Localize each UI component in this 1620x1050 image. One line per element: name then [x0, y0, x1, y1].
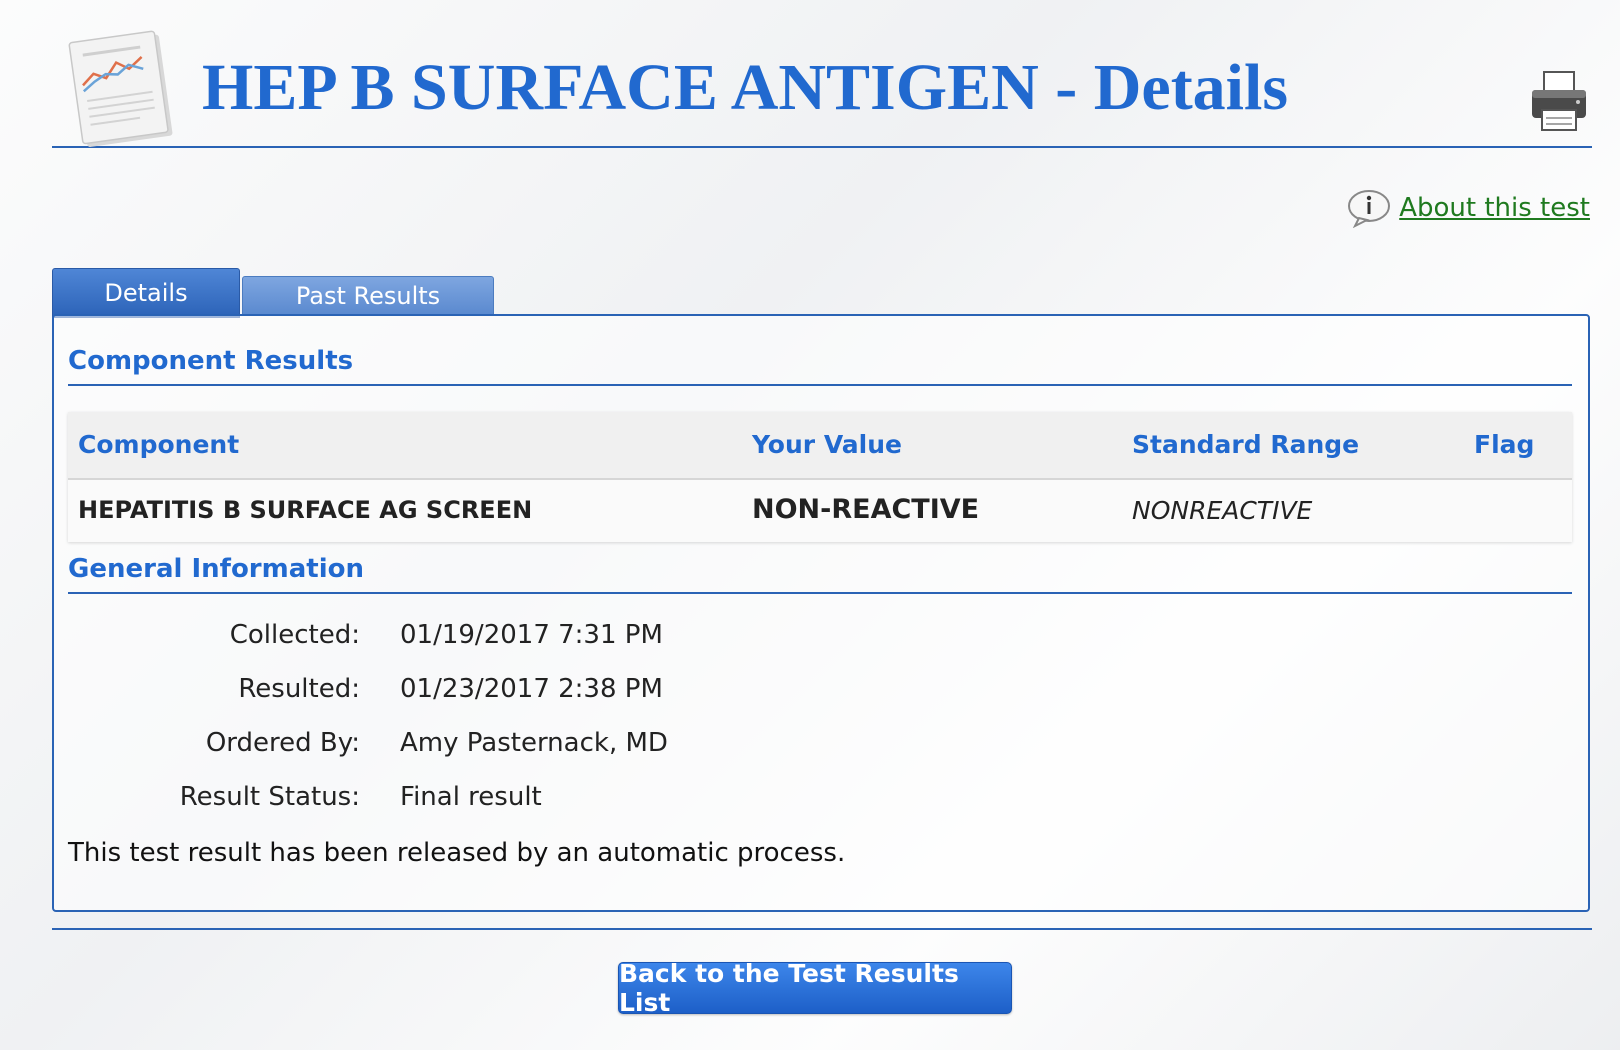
component-results-heading: Component Results [68, 346, 354, 376]
info-label: Ordered By: [205, 728, 360, 758]
about-this-test-link[interactable]: About this test [1399, 193, 1590, 223]
section-divider [68, 592, 1572, 594]
back-to-results-button[interactable]: Back to the Test Results List [618, 959, 1012, 1017]
page-title: HEP B SURFACE ANTIGEN - Details [202, 51, 1289, 124]
info-label: Collected: [229, 620, 360, 650]
table-header-row: Component Your Value Standard Range Flag [68, 412, 1572, 480]
section-divider [68, 384, 1572, 386]
info-value: Amy Pasternack, MD [400, 728, 668, 758]
tab-past-results[interactable]: Past Results [242, 276, 494, 316]
info-label: Resulted: [238, 674, 360, 704]
info-value: Final result [400, 782, 542, 812]
info-value: 01/19/2017 7:31 PM [400, 620, 663, 650]
column-header-standard-range: Standard Range [1132, 430, 1360, 459]
release-note: This test result has been released by an… [68, 838, 846, 868]
general-information-heading: General Information [68, 554, 364, 584]
about-this-test[interactable]: About this test [1347, 188, 1590, 228]
column-header-your-value: Your Value [752, 430, 902, 459]
chart-document-icon [68, 30, 173, 147]
component-value: NON-REACTIVE [752, 494, 980, 525]
column-header-component: Component [78, 430, 240, 459]
details-panel: Component Results Component Your Value S… [52, 314, 1590, 912]
component-standard-range: NONREACTIVE [1132, 496, 1313, 525]
column-header-flag: Flag [1474, 430, 1535, 459]
tab-details[interactable]: Details [52, 268, 240, 318]
component-results-table: Component Your Value Standard Range Flag… [68, 412, 1572, 542]
info-value: 01/23/2017 2:38 PM [400, 674, 663, 704]
info-icon [1348, 190, 1391, 228]
printer-icon[interactable] [1528, 68, 1590, 134]
page-header: HEP B SURFACE ANTIGEN - Details [52, 0, 1592, 148]
component-name: HEPATITIS B SURFACE AG SCREEN [78, 496, 533, 524]
footer-divider [52, 928, 1592, 930]
info-label: Result Status: [179, 782, 360, 812]
